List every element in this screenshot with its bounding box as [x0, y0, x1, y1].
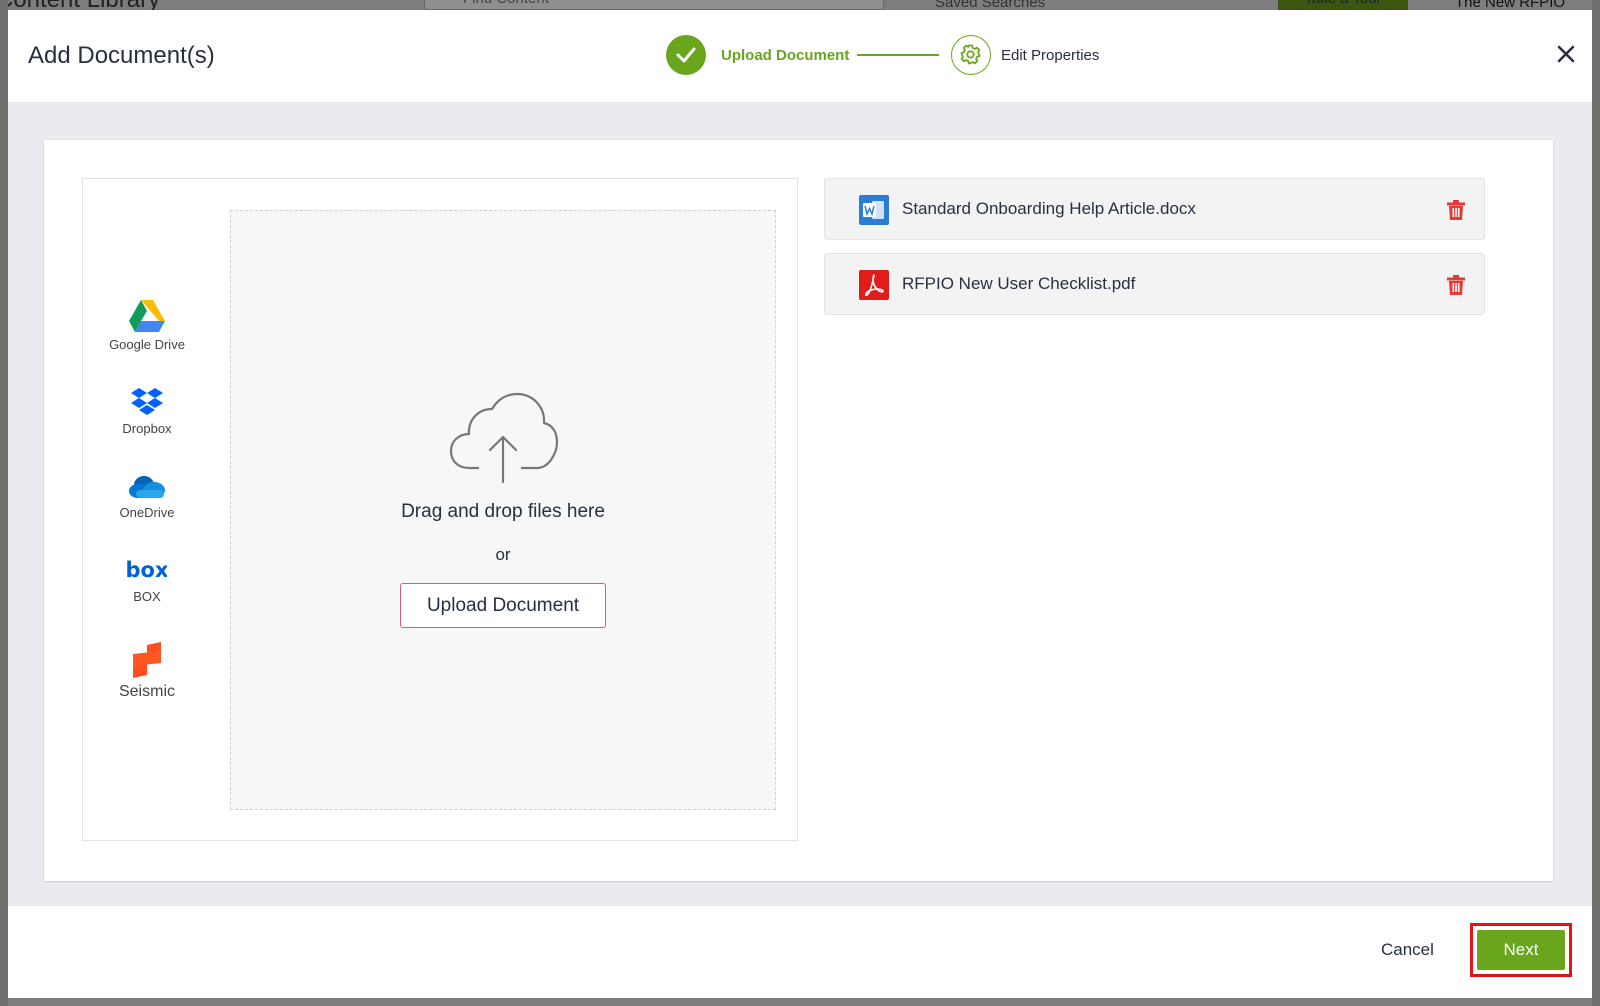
step-edit-label: Edit Properties	[1001, 47, 1100, 64]
cancel-button[interactable]: Cancel	[1381, 940, 1434, 960]
bg-right-strip	[1592, 0, 1600, 1006]
step-complete-icon	[666, 35, 706, 75]
source-label: BOX	[133, 589, 161, 604]
source-label: Dropbox	[122, 421, 172, 436]
add-documents-modal: Add Document(s) Upload Document Edit Pro…	[8, 10, 1592, 998]
bg-tour-button: Take a Tour	[1278, 0, 1408, 10]
source-dropbox[interactable]: Dropbox	[98, 387, 196, 436]
bg-left-strip	[0, 0, 8, 1006]
cloud-upload-icon	[449, 392, 559, 483]
drag-drop-text: Drag and drop files here	[401, 501, 605, 522]
trash-icon[interactable]	[1447, 275, 1465, 295]
file-name: RFPIO New User Checklist.pdf	[902, 274, 1136, 293]
step-upload-label: Upload Document	[721, 47, 850, 64]
file-name: Standard Onboarding Help Article.docx	[902, 199, 1196, 218]
modal-header: Add Document(s) Upload Document Edit Pro…	[8, 10, 1592, 102]
step-gear-icon	[951, 35, 991, 75]
source-onedrive[interactable]: OneDrive	[98, 471, 196, 520]
bg-search-input: Find Content	[424, 0, 884, 10]
next-button-highlight: Next	[1470, 923, 1572, 977]
modal-footer: Cancel Next	[8, 906, 1592, 998]
pdf-file-icon	[859, 270, 889, 300]
upload-document-button[interactable]: Upload Document	[400, 583, 606, 628]
source-seismic[interactable]: Seismic	[98, 641, 196, 701]
upload-card: Google Drive Dropbox OneDrive box BOX Se…	[44, 140, 1553, 881]
dropbox-icon	[131, 388, 163, 415]
trash-icon[interactable]	[1447, 200, 1465, 220]
onedrive-icon	[129, 476, 165, 498]
dropzone[interactable]: Drag and drop files here or Upload Docum…	[230, 210, 776, 810]
google-drive-icon	[129, 300, 165, 332]
source-google-drive[interactable]: Google Drive	[98, 299, 196, 352]
source-label: Seismic	[118, 683, 175, 700]
close-icon[interactable]	[1554, 42, 1578, 66]
or-text: or	[495, 545, 511, 564]
source-label: OneDrive	[119, 505, 175, 520]
modal-title: Add Document(s)	[28, 42, 215, 69]
box-icon: box	[127, 558, 167, 582]
seismic-icon	[133, 642, 161, 678]
word-file-icon	[859, 195, 889, 225]
next-button[interactable]: Next	[1477, 930, 1565, 970]
source-panel: Google Drive Dropbox OneDrive box BOX Se…	[82, 178, 798, 841]
svg-text:box: box	[127, 558, 167, 582]
source-box[interactable]: box BOX	[98, 555, 196, 604]
source-label: Google Drive	[109, 337, 185, 352]
step-connector	[857, 54, 939, 56]
modal-body: Google Drive Dropbox OneDrive box BOX Se…	[8, 102, 1592, 906]
file-row: Standard Onboarding Help Article.docx	[824, 178, 1485, 240]
file-row: RFPIO New User Checklist.pdf	[824, 253, 1485, 315]
